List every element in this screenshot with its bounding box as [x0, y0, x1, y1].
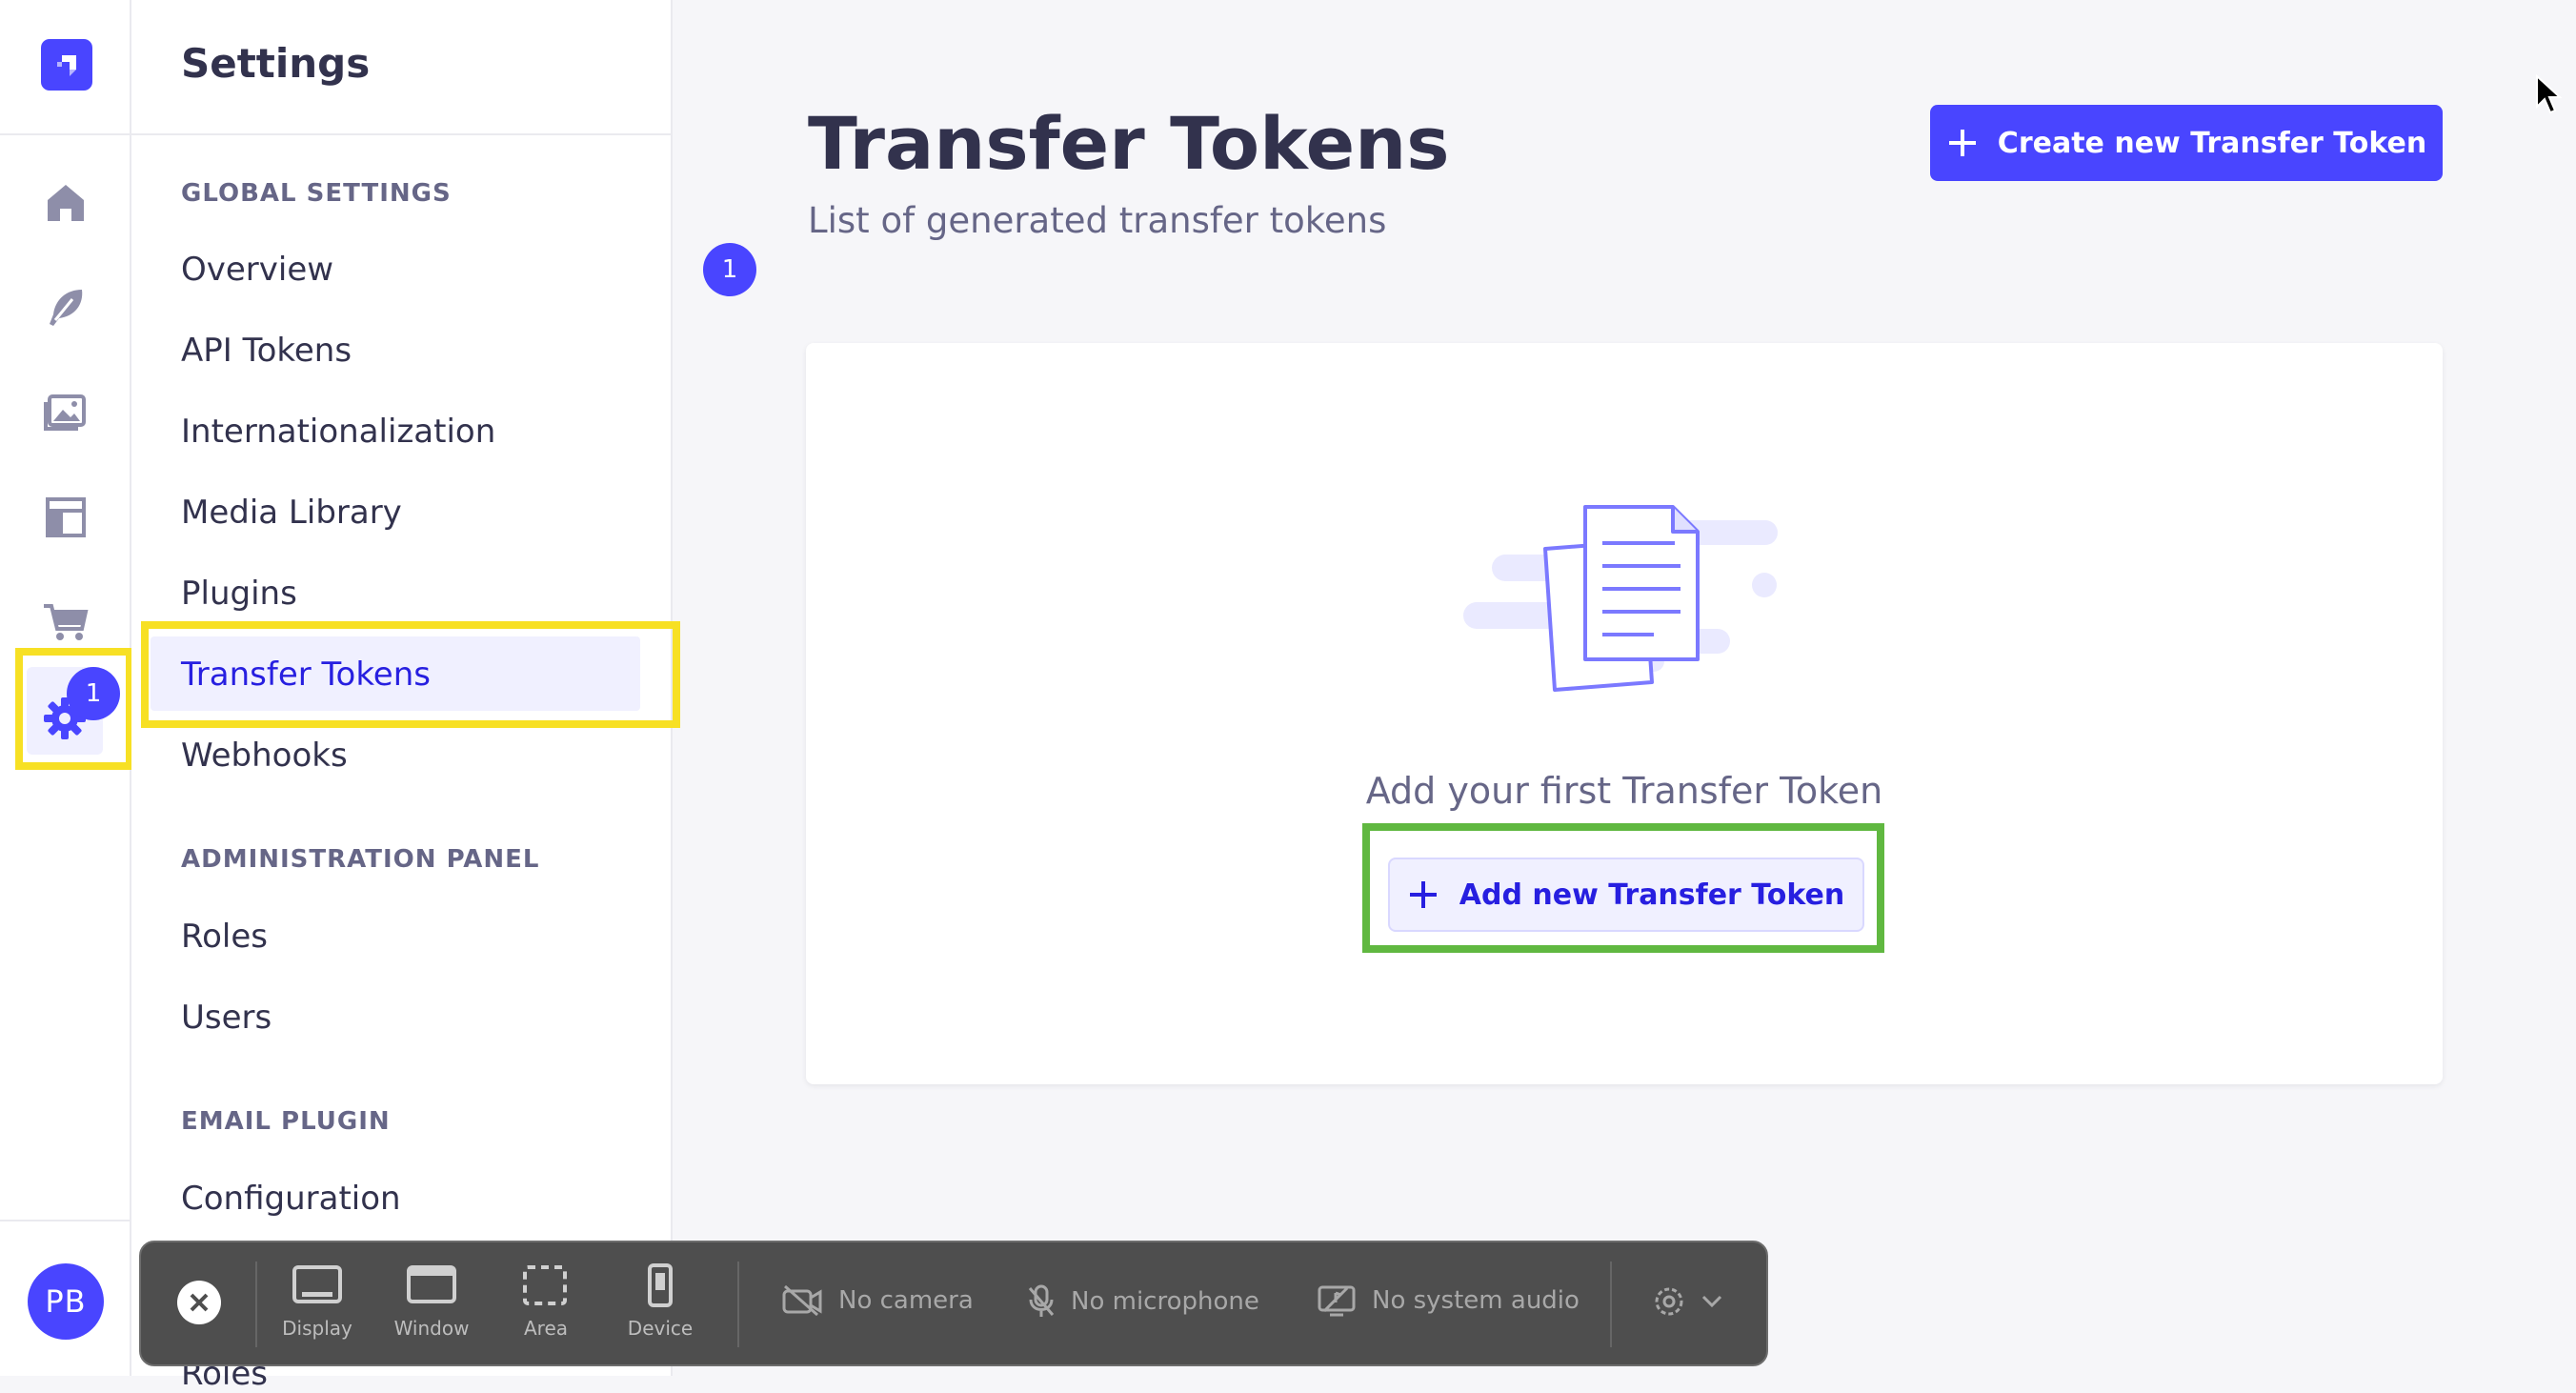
- area-label: Area: [523, 1317, 569, 1340]
- strapi-logo-icon[interactable]: [41, 39, 92, 91]
- nav-item-webhooks[interactable]: Webhooks: [181, 737, 348, 775]
- create-button-label: Create new Transfer Token: [1997, 126, 2427, 160]
- settings-notification-badge: 1: [67, 667, 120, 720]
- screen-recorder-toolbar: Display Window Area Device No camera No …: [139, 1241, 1768, 1366]
- content-type-builder-icon[interactable]: [40, 492, 91, 543]
- nav-item-users[interactable]: Users: [181, 999, 272, 1037]
- media-library-icon[interactable]: [40, 387, 91, 438]
- main-nav-rail: 1 PB: [0, 0, 131, 1376]
- area-capture-button[interactable]: Area: [493, 1263, 598, 1340]
- mouse-cursor-icon: [2536, 74, 2563, 114]
- documents-illustration-icon: [1463, 505, 1778, 692]
- logo-area: [0, 0, 130, 135]
- create-transfer-token-button[interactable]: Create new Transfer Token: [1930, 105, 2443, 181]
- window-icon: [407, 1265, 456, 1303]
- nav-item-media-library[interactable]: Media Library: [181, 494, 402, 532]
- nav-item-transfer-tokens[interactable]: Transfer Tokens: [181, 656, 431, 694]
- system-audio-off-icon: [1318, 1285, 1356, 1317]
- system-audio-option[interactable]: No system audio: [1317, 1284, 1580, 1317]
- page-title: Transfer Tokens: [808, 101, 1450, 186]
- display-label: Display: [282, 1317, 352, 1340]
- cart-icon[interactable]: [40, 595, 91, 646]
- microphone-off-icon: [1028, 1284, 1055, 1317]
- section-label-global-settings: GLOBAL SETTINGS: [181, 179, 452, 208]
- add-button-label: Add new Transfer Token: [1459, 878, 1845, 912]
- microphone-label: No microphone: [1071, 1287, 1259, 1316]
- camera-off-icon: [782, 1284, 822, 1317]
- nav-item-api-tokens[interactable]: API Tokens: [181, 332, 352, 370]
- area-select-icon: [523, 1265, 567, 1305]
- window-capture-button[interactable]: Window: [379, 1263, 484, 1340]
- device-label: Device: [627, 1317, 694, 1340]
- system-audio-label: No system audio: [1372, 1286, 1580, 1315]
- device-icon: [648, 1263, 673, 1307]
- close-icon: [190, 1293, 209, 1312]
- empty-state-card: Add your first Transfer Token Add new Tr…: [806, 343, 2443, 1084]
- camera-label: No camera: [838, 1286, 974, 1315]
- nav-item-overview[interactable]: Overview: [181, 251, 333, 289]
- feather-icon[interactable]: [40, 282, 91, 333]
- chevron-down-icon: [1701, 1295, 1722, 1308]
- gear-icon: [1655, 1287, 1683, 1316]
- section-label-email-plugin: EMAIL PLUGIN: [181, 1107, 391, 1136]
- add-transfer-token-button[interactable]: Add new Transfer Token: [1388, 858, 1864, 932]
- avatar[interactable]: PB: [28, 1263, 104, 1340]
- recorder-settings-button[interactable]: [1652, 1284, 1722, 1319]
- plus-icon: [1409, 881, 1437, 908]
- display-capture-button[interactable]: Display: [265, 1263, 370, 1340]
- device-capture-button[interactable]: Device: [608, 1263, 713, 1340]
- nav-item-configuration[interactable]: Configuration: [181, 1180, 401, 1218]
- section-label-administration-panel: ADMINISTRATION PANEL: [181, 845, 540, 874]
- nav-item-internationalization[interactable]: Internationalization: [181, 413, 495, 451]
- nav-item-plugins[interactable]: Plugins: [181, 575, 297, 613]
- close-recorder-button[interactable]: [177, 1281, 221, 1324]
- camera-option[interactable]: No camera: [781, 1284, 974, 1317]
- sub-nav-title: Settings: [181, 40, 371, 87]
- empty-state-text: Add your first Transfer Token: [1365, 770, 1883, 812]
- user-area: PB: [0, 1220, 130, 1378]
- microphone-option[interactable]: No microphone: [1027, 1284, 1259, 1319]
- window-label: Window: [393, 1317, 470, 1340]
- overview-badge: 1: [703, 243, 756, 296]
- nav-item-roles[interactable]: Roles: [181, 918, 268, 956]
- page-subtitle: List of generated transfer tokens: [808, 200, 1387, 241]
- settings-sub-nav: Settings GLOBAL SETTINGS Overview 1 API …: [131, 0, 756, 1393]
- plus-icon: [1948, 130, 1976, 156]
- home-icon[interactable]: [40, 177, 91, 229]
- display-icon: [292, 1265, 342, 1303]
- sub-nav-header: Settings: [131, 0, 671, 135]
